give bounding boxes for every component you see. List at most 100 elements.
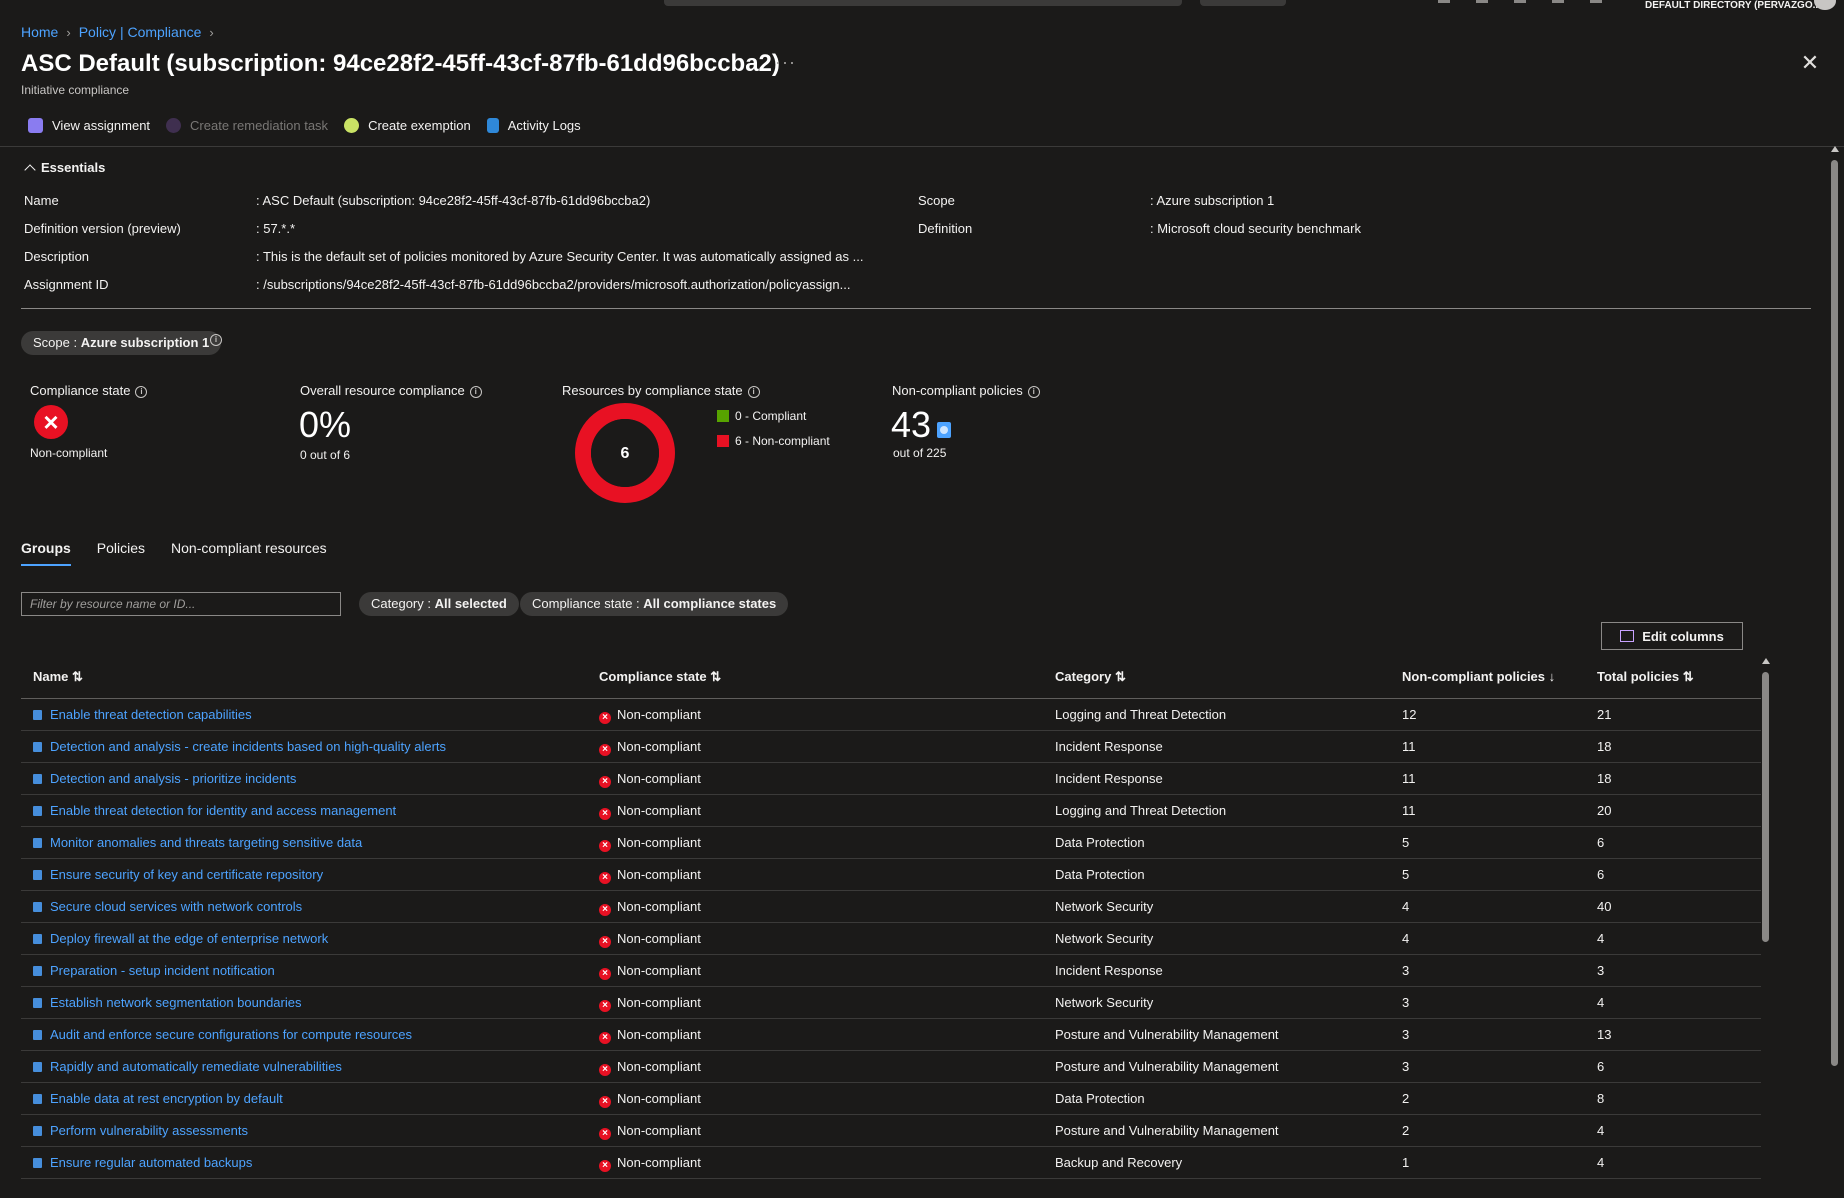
overall-compliance-label: Overall resource compliance i xyxy=(300,383,482,398)
table-row[interactable]: Monitor anomalies and threats targeting … xyxy=(21,827,1761,859)
cloud-shell-icon[interactable] xyxy=(1438,0,1450,3)
table-row[interactable]: Establish network segmentation boundarie… xyxy=(21,987,1761,1019)
create-exemption-button[interactable]: Create exemption xyxy=(344,117,471,133)
group-name-link[interactable]: Deploy firewall at the edge of enterpris… xyxy=(33,931,328,946)
col-compliance-state[interactable]: Compliance state ⇅ xyxy=(599,669,721,685)
table-row[interactable]: Audit and enforce secure configurations … xyxy=(21,1019,1761,1051)
table-row[interactable]: Enable threat detection capabilities × Non… xyxy=(21,699,1761,731)
group-name-link[interactable]: Rapidly and automatically remediate vuln… xyxy=(33,1059,342,1074)
total-policies-cell: 4 xyxy=(1597,1123,1605,1138)
group-name-link[interactable]: Detection and analysis - prioritize inci… xyxy=(33,771,296,786)
group-icon xyxy=(33,998,42,1008)
group-name-text[interactable]: Audit and enforce secure configurations … xyxy=(50,1027,412,1042)
group-name-text[interactable]: Deploy firewall at the edge of enterpris… xyxy=(50,931,328,946)
info-icon[interactable]: i xyxy=(210,334,222,346)
group-name-text[interactable]: Enable threat detection capabilities xyxy=(50,707,252,722)
activity-logs-button[interactable]: Activity Logs xyxy=(486,117,581,133)
category-cell: Data Protection xyxy=(1055,835,1145,850)
table-row[interactable]: Detection and analysis - create incident… xyxy=(21,731,1761,763)
group-name-link[interactable]: Monitor anomalies and threats targeting … xyxy=(33,835,362,850)
edit-columns-button[interactable]: Edit columns xyxy=(1601,622,1743,650)
group-name-link[interactable]: Ensure security of key and certificate r… xyxy=(33,867,323,882)
settings-icon[interactable] xyxy=(1514,0,1526,3)
group-name-link[interactable]: Ensure regular automated backups xyxy=(33,1155,252,1170)
copilot-button[interactable] xyxy=(1200,0,1286,6)
group-name-link[interactable]: Preparation - setup incident notificatio… xyxy=(33,963,275,978)
scrollbar-thumb[interactable] xyxy=(1831,160,1838,1066)
table-row[interactable]: Secure cloud services with network contr… xyxy=(21,891,1761,923)
group-name-text[interactable]: Detection and analysis - create incident… xyxy=(50,739,446,754)
tab-noncompliant-resources[interactable]: Non-compliant resources xyxy=(171,540,327,566)
info-icon[interactable]: i xyxy=(135,385,148,398)
feedback-icon[interactable] xyxy=(1590,0,1602,3)
scope-filter-pill[interactable]: Scope : Azure subscription 1 xyxy=(21,331,222,355)
group-name-text[interactable]: Perform vulnerability assessments xyxy=(50,1123,248,1138)
directory-label[interactable]: DEFAULT DIRECTORY (PERVAZGO... xyxy=(1645,0,1821,11)
noncompliant-policies-cell: 5 xyxy=(1402,835,1410,850)
group-name-link[interactable]: Enable data at rest encryption by defaul… xyxy=(33,1091,283,1106)
global-search-bar[interactable] xyxy=(664,0,1182,6)
group-name-text[interactable]: Establish network segmentation boundarie… xyxy=(50,995,301,1010)
table-row[interactable]: Ensure security of key and certificate r… xyxy=(21,859,1761,891)
col-total-policies[interactable]: Total policies ⇅ xyxy=(1597,669,1694,685)
group-name-link[interactable]: Establish network segmentation boundarie… xyxy=(33,995,301,1010)
tab-policies[interactable]: Policies xyxy=(97,540,145,566)
tab-groups[interactable]: Groups xyxy=(21,540,71,566)
info-icon[interactable]: i xyxy=(469,385,482,398)
table-row[interactable]: Rapidly and automatically remediate vuln… xyxy=(21,1051,1761,1083)
group-name-text[interactable]: Detection and analysis - prioritize inci… xyxy=(50,771,296,786)
info-icon[interactable]: i xyxy=(747,385,760,398)
category-filter-pill[interactable]: Category : All selected xyxy=(359,592,519,616)
scope-pill-value: Azure subscription 1 xyxy=(80,335,210,350)
table-row[interactable]: Deploy firewall at the edge of enterpris… xyxy=(21,923,1761,955)
category-cell: Logging and Threat Detection xyxy=(1055,707,1227,722)
table-row[interactable]: Enable data at rest encryption by defaul… xyxy=(21,1083,1761,1115)
group-name-link[interactable]: Enable threat detection capabilities xyxy=(33,707,252,722)
table-scrollbar[interactable] xyxy=(1760,658,1772,1190)
group-name-link[interactable]: Enable threat detection for identity and… xyxy=(33,803,396,818)
info-icon[interactable]: i xyxy=(1027,385,1040,398)
col-name[interactable]: Name ⇅ xyxy=(33,669,83,685)
table-row[interactable]: Detection and analysis - prioritize inci… xyxy=(21,763,1761,795)
group-name-text[interactable]: Ensure regular automated backups xyxy=(50,1155,252,1170)
more-options-icon[interactable]: ··· xyxy=(775,52,796,73)
group-name-text[interactable]: Monitor anomalies and threats targeting … xyxy=(50,835,362,850)
view-assignment-button[interactable]: View assignment xyxy=(28,117,150,133)
group-name-text[interactable]: Ensure security of key and certificate r… xyxy=(50,867,323,882)
group-name-link[interactable]: Secure cloud services with network contr… xyxy=(33,899,302,914)
group-name-text[interactable]: Secure cloud services with network contr… xyxy=(50,899,302,914)
group-name-text[interactable]: Enable data at rest encryption by defaul… xyxy=(50,1091,283,1106)
breadcrumb-policy-compliance[interactable]: Policy | Compliance xyxy=(79,24,202,40)
noncompliant-policies-cell: 4 xyxy=(1402,931,1410,946)
group-name-link[interactable]: Detection and analysis - create incident… xyxy=(33,739,446,754)
notifications-icon[interactable] xyxy=(1476,0,1488,3)
col-category[interactable]: Category ⇅ xyxy=(1055,669,1126,685)
compliance-state-filter-pill[interactable]: Compliance state : All compliance states xyxy=(520,592,789,616)
group-name-text[interactable]: Rapidly and automatically remediate vuln… xyxy=(50,1059,342,1074)
breadcrumb-home[interactable]: Home xyxy=(21,24,58,40)
group-name-link[interactable]: Audit and enforce secure configurations … xyxy=(33,1027,412,1042)
compliance-donut-chart[interactable]: 6 xyxy=(574,402,676,504)
compliance-state-cell: × Non-compliant xyxy=(599,803,701,820)
table-row[interactable]: Ensure regular automated backups × Non-com… xyxy=(21,1147,1761,1179)
definition-value: : Microsoft cloud security benchmark xyxy=(1150,221,1361,236)
noncompliant-policies-cell: 3 xyxy=(1402,1059,1410,1074)
filter-search-input[interactable] xyxy=(21,592,341,616)
scroll-up-icon[interactable] xyxy=(1831,146,1839,152)
group-name-link[interactable]: Perform vulnerability assessments xyxy=(33,1123,248,1138)
scrollbar-thumb[interactable] xyxy=(1762,672,1769,942)
compliance-state-text: Non-compliant xyxy=(617,1123,701,1138)
help-icon[interactable] xyxy=(1552,0,1564,3)
group-name-text[interactable]: Enable threat detection for identity and… xyxy=(50,803,396,818)
close-icon[interactable]: ✕ xyxy=(1800,52,1820,74)
table-row[interactable]: Preparation - setup incident notificatio… xyxy=(21,955,1761,987)
essentials-toggle[interactable]: Essentials xyxy=(24,160,105,176)
page-scrollbar[interactable] xyxy=(1829,146,1841,1198)
table-row[interactable]: Perform vulnerability assessments × Non-co… xyxy=(21,1115,1761,1147)
table-row[interactable]: Enable threat detection for identity and… xyxy=(21,795,1761,827)
page-subtitle: Initiative compliance xyxy=(21,83,130,97)
create-remediation-task-button[interactable]: Create remediation task xyxy=(166,117,328,133)
scroll-up-icon[interactable] xyxy=(1762,658,1770,664)
col-noncompliant-policies[interactable]: Non-compliant policies ↓ xyxy=(1402,669,1555,684)
group-name-text[interactable]: Preparation - setup incident notificatio… xyxy=(50,963,275,978)
